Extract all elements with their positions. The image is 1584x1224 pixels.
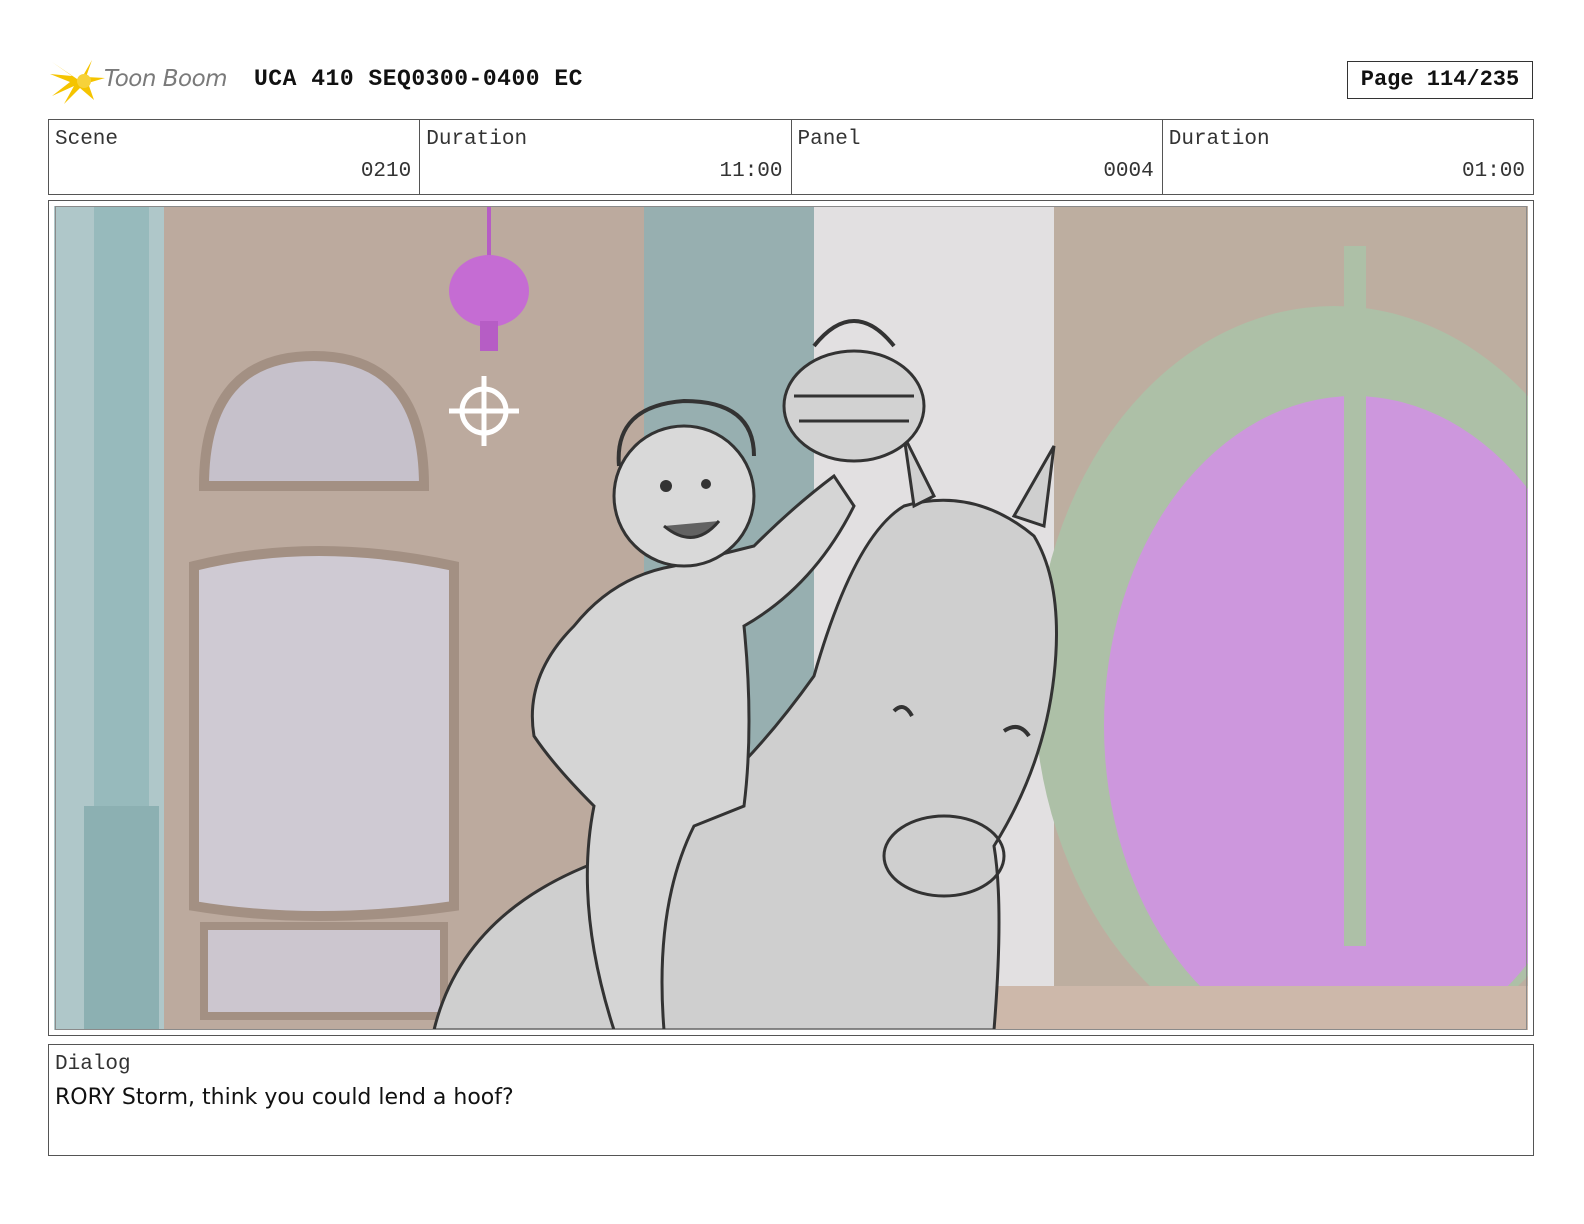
logo-text: Toon Boom bbox=[104, 66, 228, 92]
scene-info-row: Scene 0210 Duration 11:00 Panel 0004 Dur… bbox=[48, 119, 1534, 195]
panel-duration-value: 01:00 bbox=[1461, 160, 1525, 183]
dialog-text: RORY Storm, think you could lend a hoof? bbox=[55, 1085, 514, 1110]
toon-boom-logo: Toon Boom bbox=[50, 56, 240, 106]
scene-duration-value: 11:00 bbox=[719, 160, 783, 183]
dialog-box: Dialog RORY Storm, think you could lend … bbox=[48, 1044, 1534, 1156]
panel-illustration bbox=[54, 206, 1528, 1030]
scene-value: 0210 bbox=[360, 160, 412, 183]
storyboard-panel bbox=[48, 200, 1534, 1036]
scene-duration-cell: Duration 11:00 bbox=[420, 120, 792, 194]
scene-label: Scene bbox=[55, 128, 119, 151]
panel-image bbox=[54, 206, 1528, 1030]
scene-cell: Scene 0210 bbox=[49, 120, 421, 194]
panel-cell: Panel 0004 bbox=[792, 120, 1163, 194]
document-title: UCA 410 SEQ0300-0400 EC bbox=[254, 66, 583, 92]
panel-value: 0004 bbox=[1103, 160, 1154, 183]
panel-label: Panel bbox=[797, 128, 861, 151]
dialog-label: Dialog bbox=[55, 1053, 131, 1076]
scene-duration-label: Duration bbox=[426, 128, 528, 151]
panel-duration-cell: Duration 01:00 bbox=[1163, 120, 1533, 194]
panel-duration-label: Duration bbox=[1168, 128, 1270, 151]
starburst-icon bbox=[50, 60, 105, 104]
page-number: Page 114/235 bbox=[1347, 61, 1533, 99]
